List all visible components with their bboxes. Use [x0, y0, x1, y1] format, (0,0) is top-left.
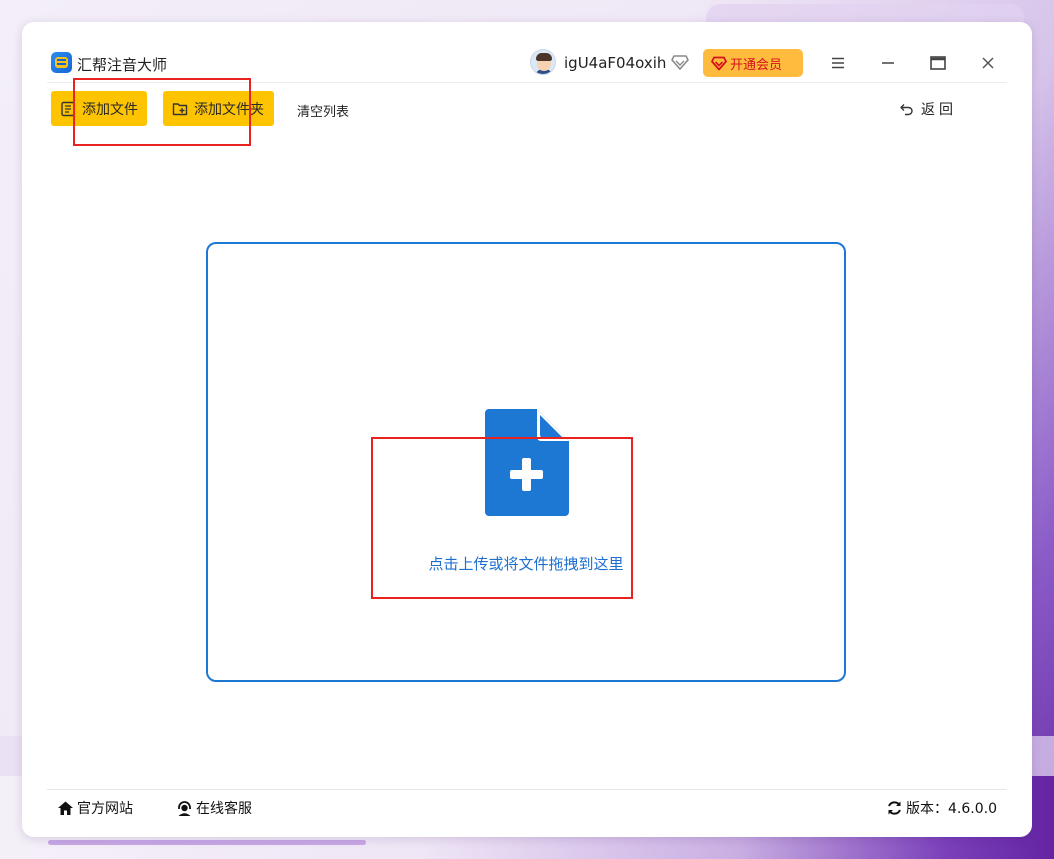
add-file-label: 添加文件 — [82, 101, 138, 118]
official-website-link[interactable]: 官方网站 — [57, 798, 133, 818]
footer: 官方网站 在线客服 版本：4.6.0.0 — [47, 789, 1007, 819]
online-service-link[interactable]: 在线客服 — [176, 798, 252, 818]
refresh-icon — [888, 801, 901, 815]
version-info: 版本：4.6.0.0 — [886, 798, 997, 818]
app-window: 汇帮注音大师 igU4aF04oxih 开通会员 添加文件 添加文件夹 清空列表… — [22, 22, 1032, 837]
diamond-icon — [671, 55, 689, 70]
app-content: 汇帮注音大师 igU4aF04oxih 开通会员 添加文件 添加文件夹 清空列表… — [47, 43, 1007, 819]
service-label: 在线客服 — [196, 801, 252, 817]
vip-button-label: 开通会员 — [730, 57, 783, 73]
document-plus-icon — [485, 409, 569, 516]
vip-button[interactable]: 开通会员 — [703, 49, 803, 77]
menu-icon[interactable] — [828, 53, 848, 73]
username[interactable]: igU4aF04oxih — [564, 54, 666, 72]
headset-icon — [178, 801, 191, 816]
folder-add-icon — [172, 102, 188, 115]
avatar[interactable] — [530, 49, 556, 75]
close-icon[interactable] — [978, 53, 998, 73]
back-arrow-icon — [900, 103, 913, 115]
app-title: 汇帮注音大师 — [77, 56, 168, 74]
maximize-icon[interactable] — [928, 53, 948, 73]
title-bar: 汇帮注音大师 igU4aF04oxih 开通会员 — [47, 43, 1007, 83]
minimize-icon[interactable] — [878, 53, 898, 73]
add-folder-label: 添加文件夹 — [194, 101, 264, 118]
dropzone-text: 点击上传或将文件拖拽到这里 — [428, 555, 624, 573]
diamond-icon — [711, 56, 727, 70]
app-logo-icon — [51, 52, 72, 73]
add-file-button[interactable]: 添加文件 — [51, 91, 147, 126]
upload-dropzone[interactable]: 点击上传或将文件拖拽到这里 — [206, 242, 846, 682]
back-label: 返回 — [921, 102, 957, 118]
home-icon — [58, 801, 73, 815]
background-line — [48, 840, 366, 845]
file-list-icon — [61, 101, 75, 116]
add-folder-button[interactable]: 添加文件夹 — [163, 91, 274, 126]
toolbar: 添加文件 添加文件夹 清空列表 返回 — [47, 83, 1007, 133]
website-label: 官方网站 — [77, 801, 133, 817]
back-button[interactable]: 返回 — [899, 99, 957, 119]
clear-list-button[interactable]: 清空列表 — [297, 101, 349, 120]
version-label: 版本：4.6.0.0 — [906, 801, 997, 817]
